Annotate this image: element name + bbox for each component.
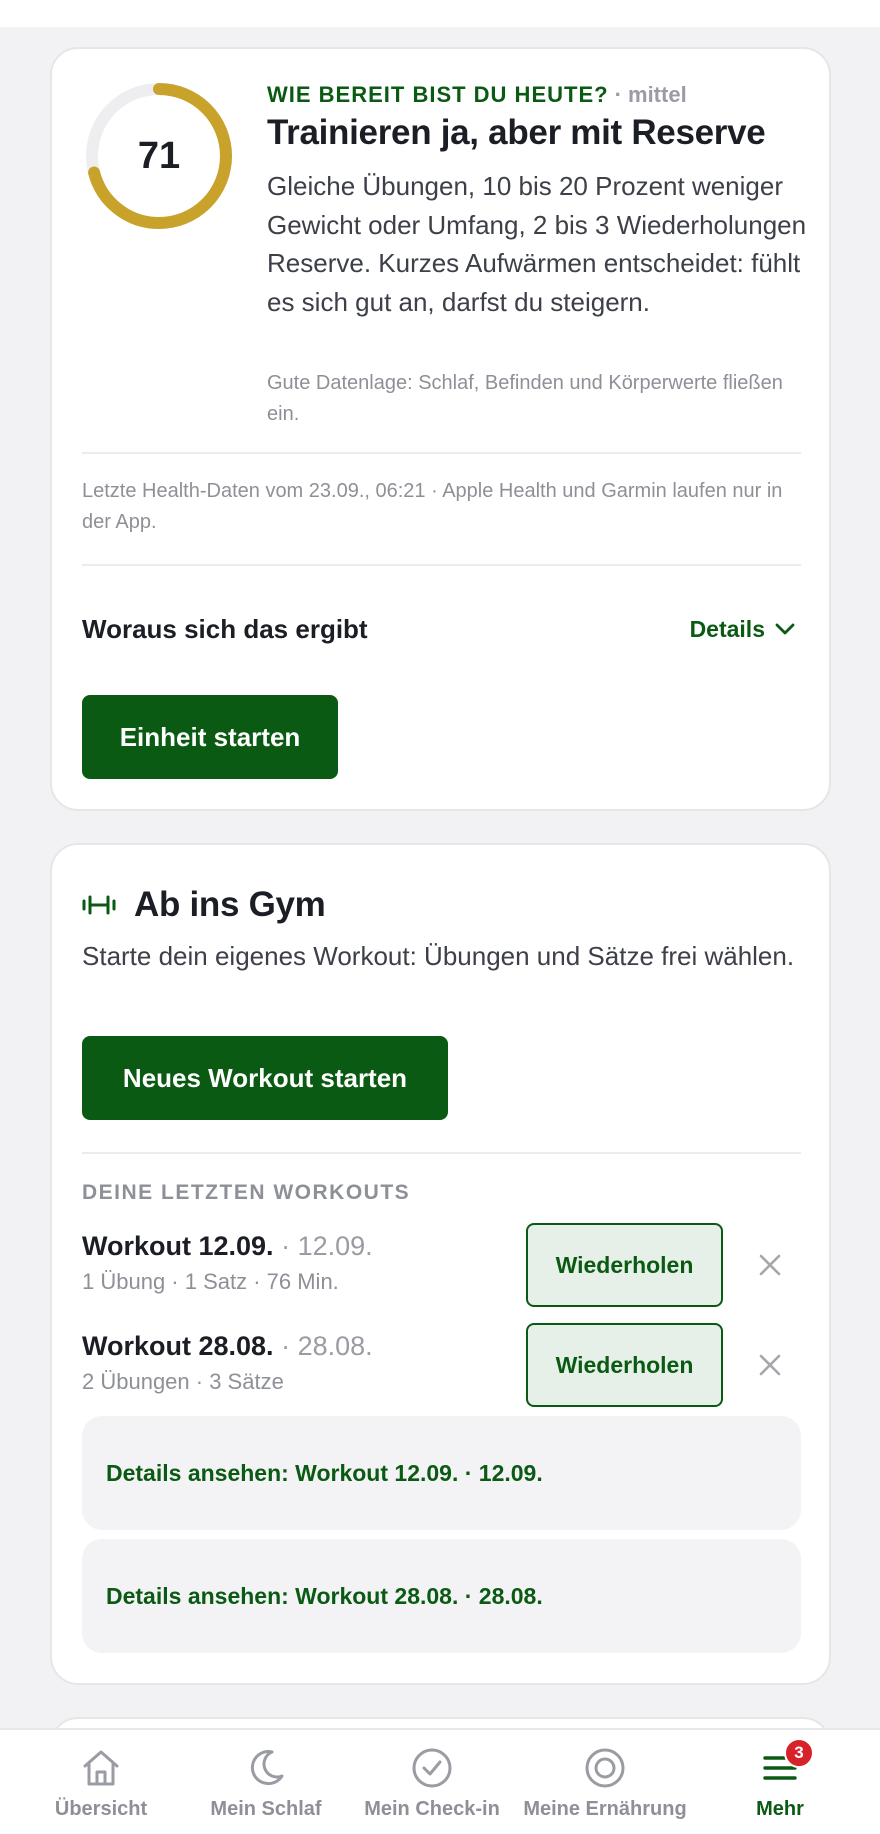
nav-label: Übersicht	[54, 1798, 148, 1820]
reasoning-row: Woraus sich das ergibt Details	[82, 609, 801, 649]
check-circle-icon	[410, 1746, 454, 1790]
close-icon	[759, 1254, 781, 1276]
gym-title: Ab ins Gym	[134, 885, 326, 924]
home-icon	[79, 1746, 123, 1790]
divider	[82, 452, 801, 454]
target-icon	[583, 1746, 627, 1790]
nav-item-checkin[interactable]: Mein Check-in	[357, 1730, 507, 1834]
remove-workout-button[interactable]	[750, 1345, 790, 1385]
workout-meta: 2 Übungen · 3 Sätze	[82, 1369, 284, 1394]
new-workout-button[interactable]: Neues Workout starten	[82, 1036, 448, 1120]
readiness-title: Trainieren ja, aber mit Reserve	[267, 113, 766, 152]
workout-title: Workout 28.08. · 28.08.	[82, 1331, 373, 1362]
remove-workout-button[interactable]	[750, 1245, 790, 1285]
health-data-note: Letzte Health-Daten vom 23.09., 06:21 · …	[82, 480, 783, 533]
details-toggle[interactable]: Details	[690, 616, 801, 643]
nav-label: Mein Check-in	[364, 1798, 500, 1820]
readiness-header: WIE BEREIT BIST DU HEUTE? · mittel	[267, 82, 687, 108]
workout-name: Workout 28.08.	[82, 1331, 274, 1361]
gym-card: Ab ins Gym Starte dein eigenes Workout: …	[50, 843, 831, 1685]
readiness-gauge: 71	[84, 81, 234, 231]
workout-date: · 28.08.	[281, 1331, 373, 1361]
readiness-recommendation: Gleiche Übungen, 10 bis 20 Prozent wenig…	[267, 171, 807, 317]
readiness-eyebrow: WIE BEREIT BIST DU HEUTE?	[267, 82, 609, 107]
workout-title: Workout 12.09. · 12.09.	[82, 1231, 373, 1262]
nav-item-overview[interactable]: Übersicht	[40, 1730, 162, 1834]
divider	[82, 564, 801, 566]
menu-icon: 3	[758, 1738, 814, 1790]
nav-item-sleep[interactable]: Mein Schlaf	[200, 1730, 332, 1834]
repeat-workout-button[interactable]: Wiederholen	[526, 1323, 723, 1407]
status-bar	[0, 0, 880, 27]
divider	[82, 1152, 801, 1154]
nav-label: Mein Schlaf	[210, 1798, 322, 1820]
repeat-workout-button[interactable]: Wiederholen	[526, 1223, 723, 1307]
chevron-down-icon	[775, 623, 795, 635]
nav-item-nutrition[interactable]: Meine Ernährung	[520, 1730, 690, 1834]
close-icon	[759, 1354, 781, 1376]
readiness-level: · mittel	[614, 82, 687, 107]
data-quality-note: Gute Datenlage: Schlaf, Befinden und Kör…	[267, 372, 783, 425]
workout-date: · 12.09.	[281, 1231, 373, 1261]
workout-details-link[interactable]: Details ansehen: Workout 12.09. · 12.09.	[82, 1416, 801, 1530]
workout-meta: 1 Übung · 1 Satz · 76 Min.	[82, 1269, 339, 1294]
list-item: Workout 12.09. · 12.09. 1 Übung · 1 Satz…	[82, 1223, 801, 1309]
nav-label: Mehr	[756, 1798, 804, 1820]
dumbbell-icon	[82, 895, 116, 915]
gym-description: Starte dein eigenes Workout: Übungen und…	[82, 941, 795, 971]
gym-header: Ab ins Gym	[82, 885, 326, 925]
notification-badge: 3	[784, 1738, 814, 1768]
readiness-score: 71	[137, 134, 181, 177]
list-item: Workout 28.08. · 28.08. 2 Übungen · 3 Sä…	[82, 1323, 801, 1409]
workout-details-link[interactable]: Details ansehen: Workout 28.08. · 28.08.	[82, 1539, 801, 1653]
recent-workouts-heading: DEINE LETZTEN WORKOUTS	[82, 1181, 411, 1204]
workout-name: Workout 12.09.	[82, 1231, 274, 1261]
readiness-card: 71 WIE BEREIT BIST DU HEUTE? · mittel Tra…	[50, 47, 831, 811]
bottom-navigation: Übersicht Mein Schlaf Mein Check-in Mein…	[0, 1728, 880, 1834]
nav-label: Meine Ernährung	[523, 1798, 687, 1820]
details-label: Details	[689, 615, 765, 642]
nav-item-more[interactable]: 3 Mehr	[740, 1730, 820, 1834]
reasoning-label: Woraus sich das ergibt	[82, 613, 368, 644]
moon-icon	[244, 1746, 288, 1790]
start-session-button[interactable]: Einheit starten	[82, 695, 338, 779]
